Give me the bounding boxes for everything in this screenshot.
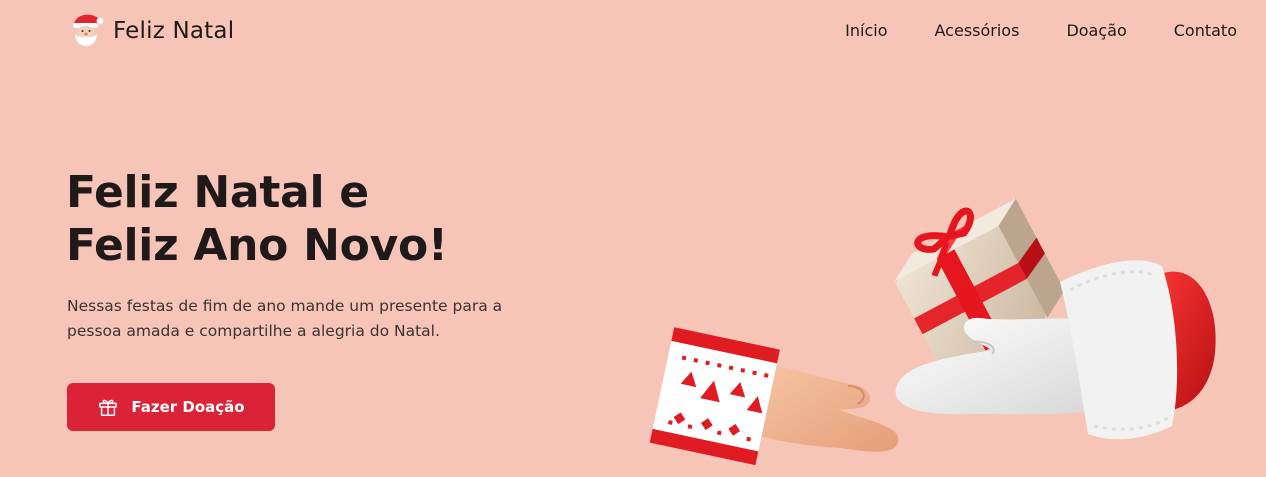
brand-logo[interactable]: Feliz Natal — [66, 10, 234, 52]
receiving-hand — [649, 327, 899, 466]
donate-button[interactable]: Fazer Doação — [67, 383, 275, 431]
donate-button-label: Fazer Doação — [131, 398, 245, 416]
nav-acessorios[interactable]: Acessórios — [935, 20, 1020, 42]
hero-title-line-2: Feliz Ano Novo! — [66, 220, 448, 271]
santa-hand-giving-gift-illustration — [649, 198, 1216, 466]
brand-name: Feliz Natal — [113, 18, 235, 44]
nav-doacao[interactable]: Doação — [1066, 20, 1126, 42]
hero-title-line-1: Feliz Natal e — [66, 167, 369, 218]
main-nav: Início Acessórios Doação Contato — [845, 20, 1237, 42]
hero-title: Feliz Natal e Feliz Ano Novo! — [66, 166, 448, 272]
gift-icon — [99, 399, 118, 416]
nav-inicio[interactable]: Início — [845, 20, 887, 42]
hero-description: Nessas festas de fim de ano mande um pre… — [67, 297, 503, 340]
site-header: Feliz Natal Início Acessórios Doação Con… — [0, 0, 1266, 62]
nav-contato[interactable]: Contato — [1174, 20, 1237, 42]
santa-claus-icon — [73, 14, 104, 47]
